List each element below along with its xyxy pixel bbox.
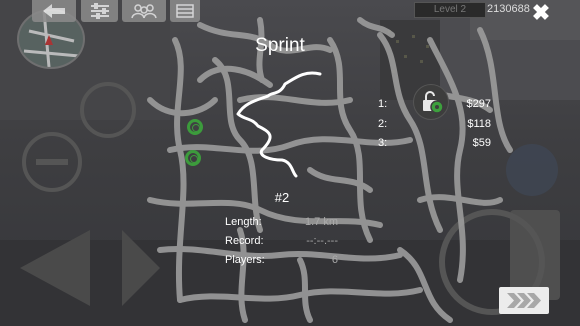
close-icon[interactable]: ✖ (531, 2, 551, 24)
level-indicator: Level 2 (414, 2, 486, 18)
settings-button[interactable] (81, 0, 118, 22)
game-screen: Level 2 2130688 ✖ Sprint 1: $297 2: $118… (0, 0, 580, 326)
players-label: Players: (225, 254, 265, 266)
reward-position: 1: (378, 98, 388, 110)
reward-position: 2: (378, 118, 388, 130)
back-button[interactable] (32, 0, 76, 22)
reward-amount: $59 (472, 137, 491, 149)
race-marker[interactable] (185, 150, 201, 166)
reward-amount: $118 (467, 118, 491, 130)
chevrons-right-icon (507, 293, 541, 308)
reward-position: 3: (378, 137, 388, 149)
record-label: Record: (225, 235, 264, 247)
garage-icon (176, 4, 194, 18)
race-marker[interactable] (187, 119, 203, 135)
race-title: Sprint (255, 35, 305, 56)
sliders-icon (90, 3, 109, 19)
players-icon (131, 4, 157, 19)
multiplayer-button[interactable] (122, 0, 166, 22)
length-label: Length: (225, 216, 262, 228)
reward-amount: $297 (466, 98, 491, 110)
start-race-button[interactable] (499, 287, 549, 314)
garage-button[interactable] (170, 0, 200, 22)
players-value: 6 (331, 254, 338, 266)
length-value: 1.7 km (304, 216, 338, 228)
money-display: 2130688 (487, 3, 530, 15)
race-number: #2 (274, 190, 290, 205)
back-arrow-icon (43, 4, 65, 18)
record-value: --:--.--- (306, 235, 338, 247)
